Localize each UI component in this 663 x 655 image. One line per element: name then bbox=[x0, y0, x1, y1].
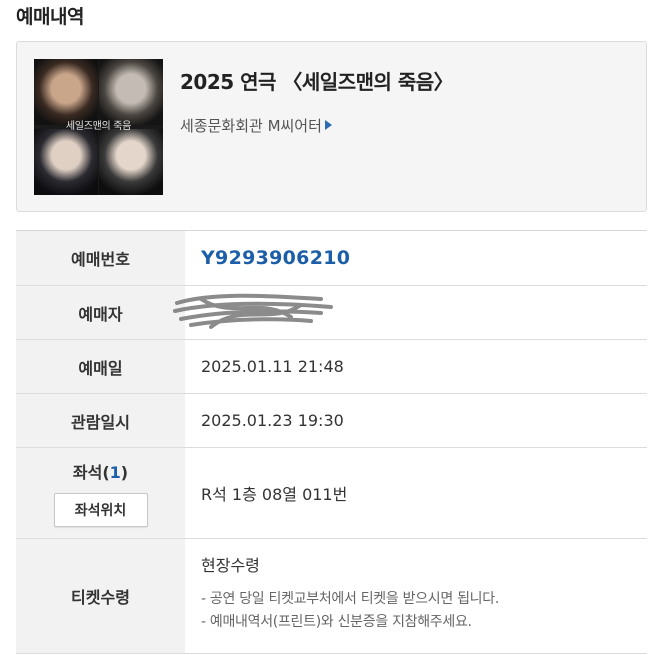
table-row: 예매번호 Y9293906210 bbox=[16, 231, 647, 286]
row-label: 관람일시 bbox=[16, 394, 185, 447]
reservation-number: Y9293906210 bbox=[201, 247, 351, 269]
seat-label-cell: 좌석(1) 좌석위치 bbox=[16, 448, 185, 538]
venue-name: 세종문화회관 M씨어터 bbox=[180, 117, 322, 135]
seat-count: 1 bbox=[109, 463, 121, 482]
table-row: 티켓수령 현장수령 - 공연 당일 티켓교부처에서 티켓을 받으시면 됩니다. … bbox=[16, 539, 647, 654]
table-row: 예매일 2025.01.11 21:48 bbox=[16, 340, 647, 394]
show-title[interactable]: 2025 연극 〈세일즈맨의 죽음〉 bbox=[180, 66, 454, 95]
row-label: 티켓수령 bbox=[16, 539, 185, 653]
pickup-method: 현장수령 bbox=[201, 556, 260, 575]
table-row: 관람일시 2025.01.23 19:30 bbox=[16, 394, 647, 448]
row-label: 예매자 bbox=[16, 286, 185, 339]
pickup-note: - 예매내역서(프린트)와 신분증을 지참해주세요. bbox=[201, 614, 472, 630]
arrow-right-icon bbox=[324, 120, 332, 130]
booking-date: 2025.01.11 21:48 bbox=[201, 357, 344, 376]
reservation-details-table: 예매번호 Y9293906210 예매자 예매일 2025.01.11 21:4… bbox=[16, 230, 647, 654]
redacted-booker-name bbox=[173, 293, 351, 333]
show-card[interactable]: 세일즈맨의 죽음 2025 연극 〈세일즈맨의 죽음〉 세종문화회관 M씨어터 bbox=[16, 41, 647, 212]
venue-link[interactable]: 세종문화회관 M씨어터 bbox=[180, 115, 332, 136]
poster-photo bbox=[99, 129, 163, 195]
table-row: 예매자 bbox=[16, 286, 647, 340]
seat-location-button[interactable]: 좌석위치 bbox=[53, 493, 148, 527]
poster-photo bbox=[99, 59, 163, 125]
viewing-datetime: 2025.01.23 19:30 bbox=[201, 411, 344, 430]
table-row: 좌석(1) 좌석위치 R석 1층 08열 011번 bbox=[16, 448, 647, 539]
row-label: 예매번호 bbox=[16, 231, 185, 285]
poster-photo bbox=[34, 129, 98, 195]
poster-title: 세일즈맨의 죽음 bbox=[65, 121, 132, 132]
row-label: 예매일 bbox=[16, 340, 185, 393]
seat-info: R석 1층 08열 011번 bbox=[201, 485, 348, 504]
show-poster[interactable]: 세일즈맨의 죽음 bbox=[34, 59, 163, 195]
section-title: 예매내역 bbox=[16, 6, 84, 28]
poster-photo bbox=[34, 59, 98, 125]
pickup-note: - 공연 당일 티켓교부처에서 티켓을 받으시면 됩니다. bbox=[201, 591, 499, 607]
row-label: 좌석(1) bbox=[72, 463, 129, 482]
